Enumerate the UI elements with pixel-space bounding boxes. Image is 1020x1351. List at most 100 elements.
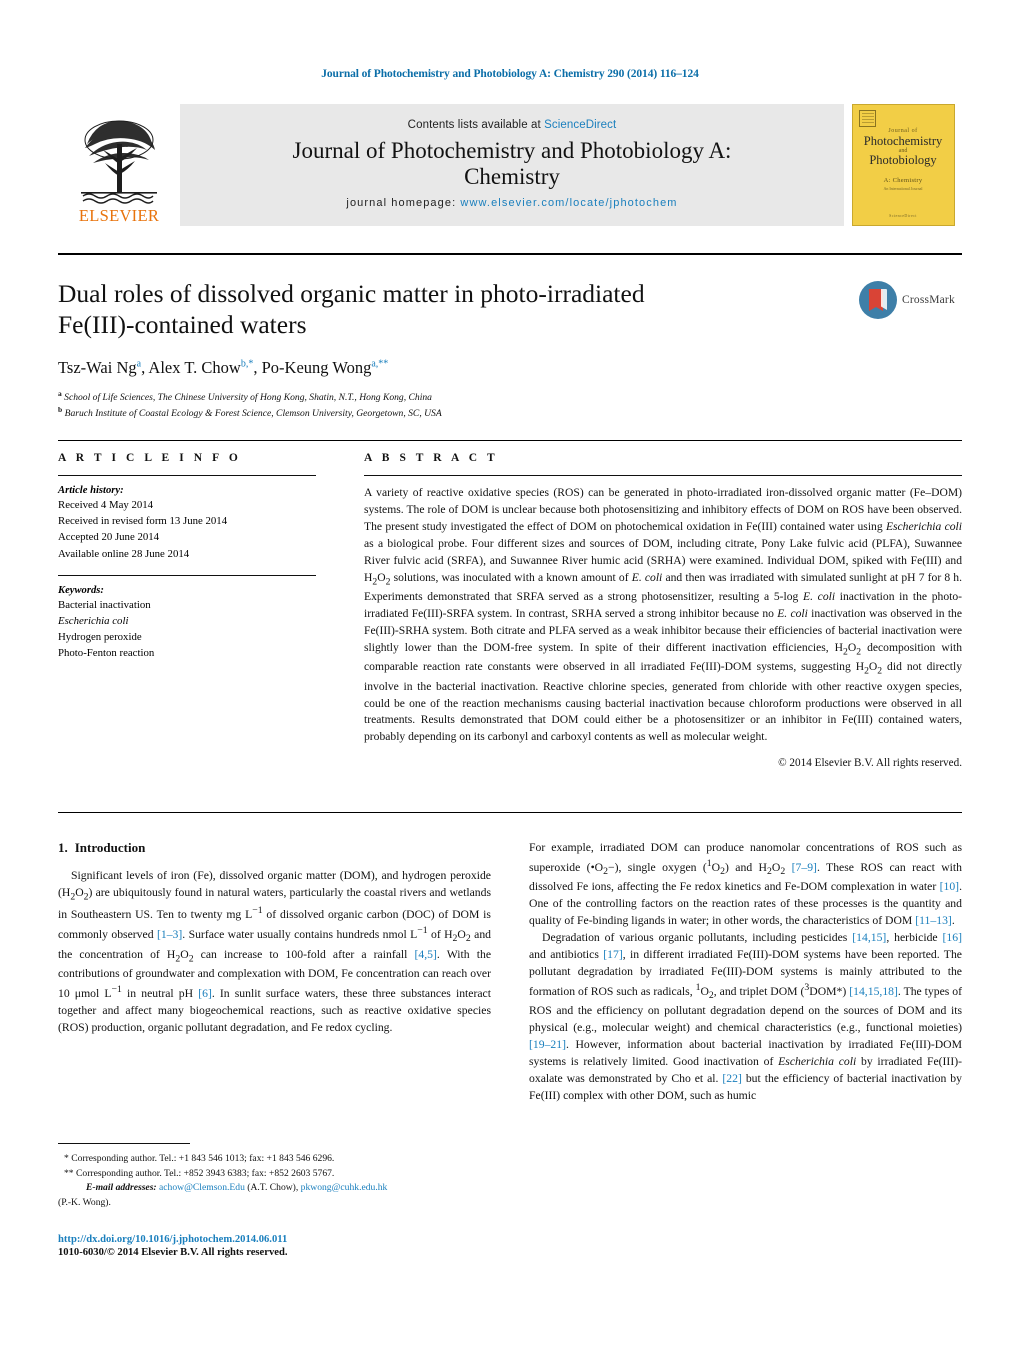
text-seg: Degradation of various organic pollutant… [542, 931, 853, 945]
keywords-label: Keywords: [58, 584, 104, 596]
journal-masthead: ELSEVIER Contents lists available at Sci… [58, 104, 962, 226]
text-seg: O [457, 928, 466, 942]
citation-ref[interactable]: [14,15,18] [849, 985, 898, 998]
history-label: Article history: [58, 485, 124, 496]
text-seg: can increase to 100-fold after a rainfal… [193, 947, 415, 961]
sup: −1 [417, 925, 428, 937]
citation-ref[interactable]: [19–21] [529, 1038, 566, 1051]
keyword-item: Photo-Fenton reaction [58, 647, 155, 660]
author-list: Tsz-Wai Nga, Alex T. Chowb,*, Po-Keung W… [58, 358, 389, 378]
section-number: 1. [58, 840, 68, 855]
keywords-rule [58, 574, 316, 576]
info-abstract-section: A R T I C L E I N F O Article history: R… [58, 452, 962, 781]
article-title-line2: Fe(III)-contained waters [58, 310, 307, 340]
masthead-divider [58, 253, 962, 255]
footnote-line: * Corresponding author. Tel.: +1 843 546… [58, 1152, 491, 1167]
journal-cover-image: Journal of Photochemistry and Photobiolo… [851, 104, 955, 226]
history-item: Accepted 20 June 2014 [58, 531, 160, 544]
citation-ref[interactable]: [22] [722, 1072, 741, 1085]
affiliation: a School of Life Sciences, The Chinese U… [58, 389, 848, 405]
text-seg: ) and H [725, 860, 768, 874]
paragraph: Significant levels of iron (Fe), dissolv… [58, 868, 491, 1037]
doi-block: http://dx.doi.org/10.1016/j.jphotochem.2… [58, 1234, 491, 1258]
body-columns: 1. Introduction Significant levels of iro… [58, 840, 962, 1105]
journal-homepage: journal homepage: www.elsevier.com/locat… [346, 197, 677, 209]
abstract-seg: O [847, 640, 857, 654]
article-title-line1: Dual roles of dissolved organic matter i… [58, 279, 645, 308]
crossmark-label: CrossMark [902, 294, 955, 306]
author-name: Tsz-Wai Ng [58, 358, 137, 378]
text-italic: Escherichia coli [778, 1055, 857, 1069]
footnote-emails: E-mail addresses: achow@Clemson.Edu (A.T… [58, 1181, 491, 1196]
abstract-bottom-divider [58, 812, 962, 813]
paragraph: Degradation of various organic pollutant… [529, 930, 962, 1105]
text-seg: O [75, 885, 84, 899]
running-head: Journal of Photochemistry and Photobiolo… [321, 68, 699, 80]
journal-title-line1: Journal of Photochemistry and Photobiolo… [292, 138, 732, 164]
keyword-item: Hydrogen peroxide [58, 631, 142, 644]
citation-ref[interactable]: [11–13] [915, 914, 952, 927]
author-mark: a,** [371, 358, 389, 370]
elsevier-tree-icon [81, 120, 157, 204]
article-info-rule [58, 475, 316, 476]
section-title: Introduction [74, 840, 146, 855]
footnote-text: Corresponding author. Tel.: +852 3943 63… [76, 1167, 335, 1179]
info-divider [58, 440, 962, 441]
email-link[interactable]: achow@Clemson.Edu [159, 1182, 245, 1193]
citation-ref[interactable]: [1–3] [157, 928, 182, 941]
sup: −1 [111, 984, 122, 996]
body-column-left: 1. Introduction Significant levels of iro… [58, 840, 491, 1105]
crossmark-badge[interactable]: CrossMark [858, 272, 962, 328]
journal-title: Journal of Photochemistry and Photobiolo… [293, 138, 732, 190]
keyword-item: Bacterial inactivation [58, 598, 151, 611]
contents-prefix: Contents lists available at [407, 119, 541, 132]
email-link[interactable]: pkwong@cuhk.edu.hk [301, 1182, 388, 1193]
affiliation: b Baruch Institute of Coastal Ecology & … [58, 405, 848, 421]
paragraph: For example, irradiated DOM can produce … [529, 840, 962, 930]
citation-ref[interactable]: [16] [943, 931, 962, 944]
abstract-seg: A variety of reactive oxidative species … [364, 486, 962, 533]
section-heading-introduction: 1. Introduction [58, 840, 491, 856]
footnote-text: Corresponding author. Tel.: +1 843 546 1… [71, 1153, 335, 1164]
cover-footer: ScienceDirect [889, 213, 917, 218]
text-seg: , and triplet DOM ( [713, 985, 805, 999]
footnote-mark: * [64, 1153, 69, 1164]
abstract-seg: O [377, 570, 386, 584]
abstract-italic: Escherichia coli [885, 519, 962, 533]
body-column-right: For example, irradiated DOM can produce … [529, 840, 962, 1105]
sup: −1 [252, 905, 263, 917]
cover-subtitle2: An International Journal [883, 186, 923, 192]
crossmark-icon [859, 281, 897, 319]
sciencedirect-link[interactable]: ScienceDirect [544, 119, 616, 131]
page-title: Dual roles of dissolved organic matter i… [58, 278, 848, 340]
doi-link[interactable]: http://dx.doi.org/10.1016/j.jphotochem.2… [58, 1234, 491, 1245]
article-info-column: A R T I C L E I N F O Article history: R… [58, 452, 316, 781]
citation-ref[interactable]: [17] [603, 948, 622, 961]
homepage-url[interactable]: www.elsevier.com/locate/jphotochem [460, 197, 677, 209]
citation-ref[interactable]: [4,5] [415, 948, 437, 961]
paper-page: Journal of Photochemistry and Photobiolo… [0, 0, 1020, 1351]
text-seg: , herbicide [886, 931, 943, 945]
citation-ref[interactable]: [7–9] [792, 861, 817, 874]
abstract-italic: E. coli [803, 590, 836, 604]
issn-copyright: 1010-6030/© 2014 Elsevier B.V. All right… [58, 1247, 288, 1258]
email-label: E-mail addresses: [86, 1182, 157, 1194]
footnote-mark: ** [64, 1167, 74, 1179]
article-info-heading: A R T I C L E I N F O [58, 452, 242, 464]
journal-title-line2: Chemistry [464, 164, 560, 189]
author-name: Po-Keung Wong [261, 358, 372, 378]
history-item: Available online 28 June 2014 [58, 547, 190, 560]
citation-ref[interactable]: [14,15] [852, 931, 886, 944]
text-seg: . Surface water usually contains hundred… [182, 928, 418, 942]
citation-ref[interactable]: [10] [940, 880, 959, 893]
citation-ref[interactable]: [6] [198, 987, 212, 1000]
text-seg: O [700, 985, 709, 999]
abstract-heading: A B S T R A C T [364, 452, 499, 464]
author-mark: a [136, 358, 142, 370]
abstract-copyright: © 2014 Elsevier B.V. All rights reserved… [778, 757, 962, 770]
abstract-italic: E. coli [631, 570, 663, 584]
author-name: Alex T. Chow [148, 358, 241, 378]
abstract-text: A variety of reactive oxidative species … [364, 485, 962, 746]
author-mark: b,* [240, 358, 254, 370]
email-owner: (A.T. Chow), [247, 1182, 299, 1194]
